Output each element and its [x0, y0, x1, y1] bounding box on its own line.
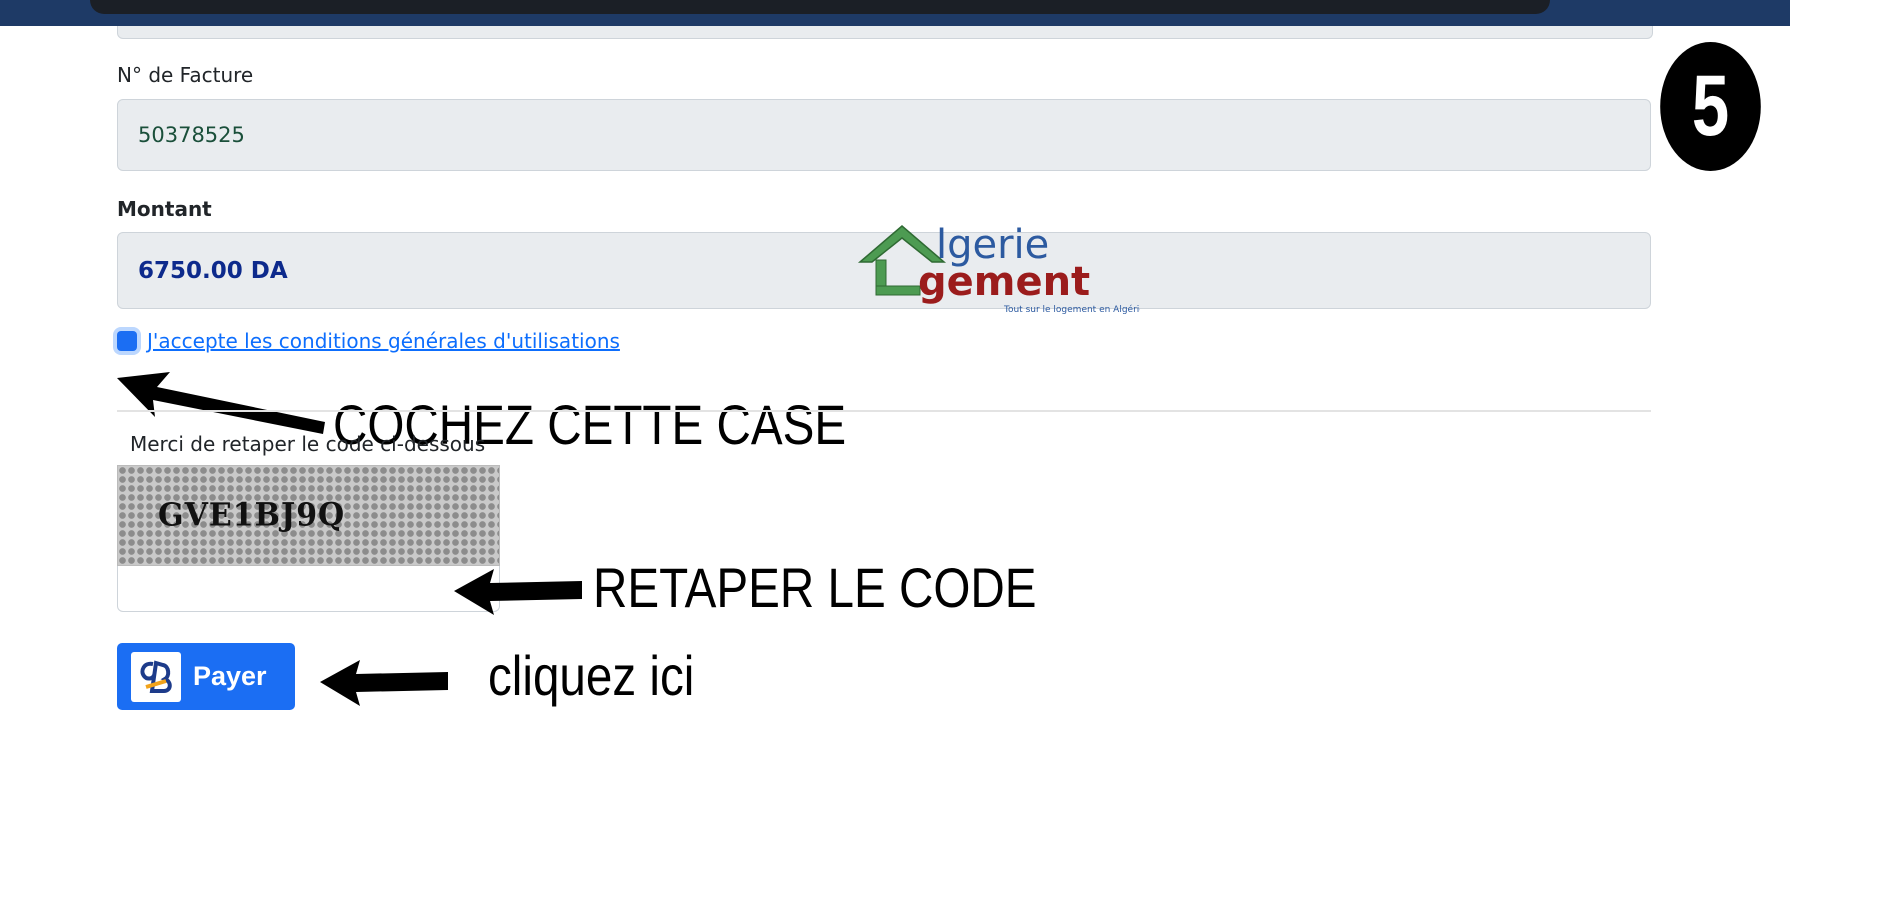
algerie-logement-logo: lgerie gement Tout sur le logement en Al… [857, 222, 1140, 315]
amount-label: Montant [117, 197, 212, 221]
captcha-image: GVE1BJ9Q [117, 465, 500, 566]
arrow-to-checkbox [117, 372, 325, 434]
annotation-captcha: RETAPER LE CODE [593, 556, 1037, 619]
invoice-field: 50378525 [117, 99, 1651, 171]
logo-line2: gement [918, 259, 1090, 305]
logo-tagline: Tout sur le logement en Algérie [1003, 304, 1140, 315]
annotation-pay: cliquez ici [488, 644, 695, 707]
terms-link[interactable]: J'accepte les conditions générales d'uti… [147, 329, 620, 353]
captcha-label: Merci de retaper le code ci-dessous [130, 432, 486, 456]
arrow-to-captcha-input [454, 569, 582, 615]
captcha-input[interactable] [117, 566, 500, 612]
amount-value: 6750.00 DA [138, 257, 288, 284]
pay-button[interactable]: Payer [117, 643, 295, 710]
top-bar-shadow [90, 0, 1550, 14]
terms-checkbox[interactable] [117, 331, 137, 351]
step-number-badge: 5 [1660, 42, 1761, 171]
arrow-to-pay-button [320, 660, 448, 706]
invoice-label: N° de Facture [117, 63, 254, 87]
cib-card-icon [131, 651, 181, 702]
pay-button-label: Payer [193, 661, 267, 691]
previous-field-edge [117, 26, 1653, 39]
section-divider [117, 410, 1651, 412]
captcha-code: GVE1BJ9Q [158, 497, 346, 534]
invoice-value: 50378525 [138, 123, 245, 147]
